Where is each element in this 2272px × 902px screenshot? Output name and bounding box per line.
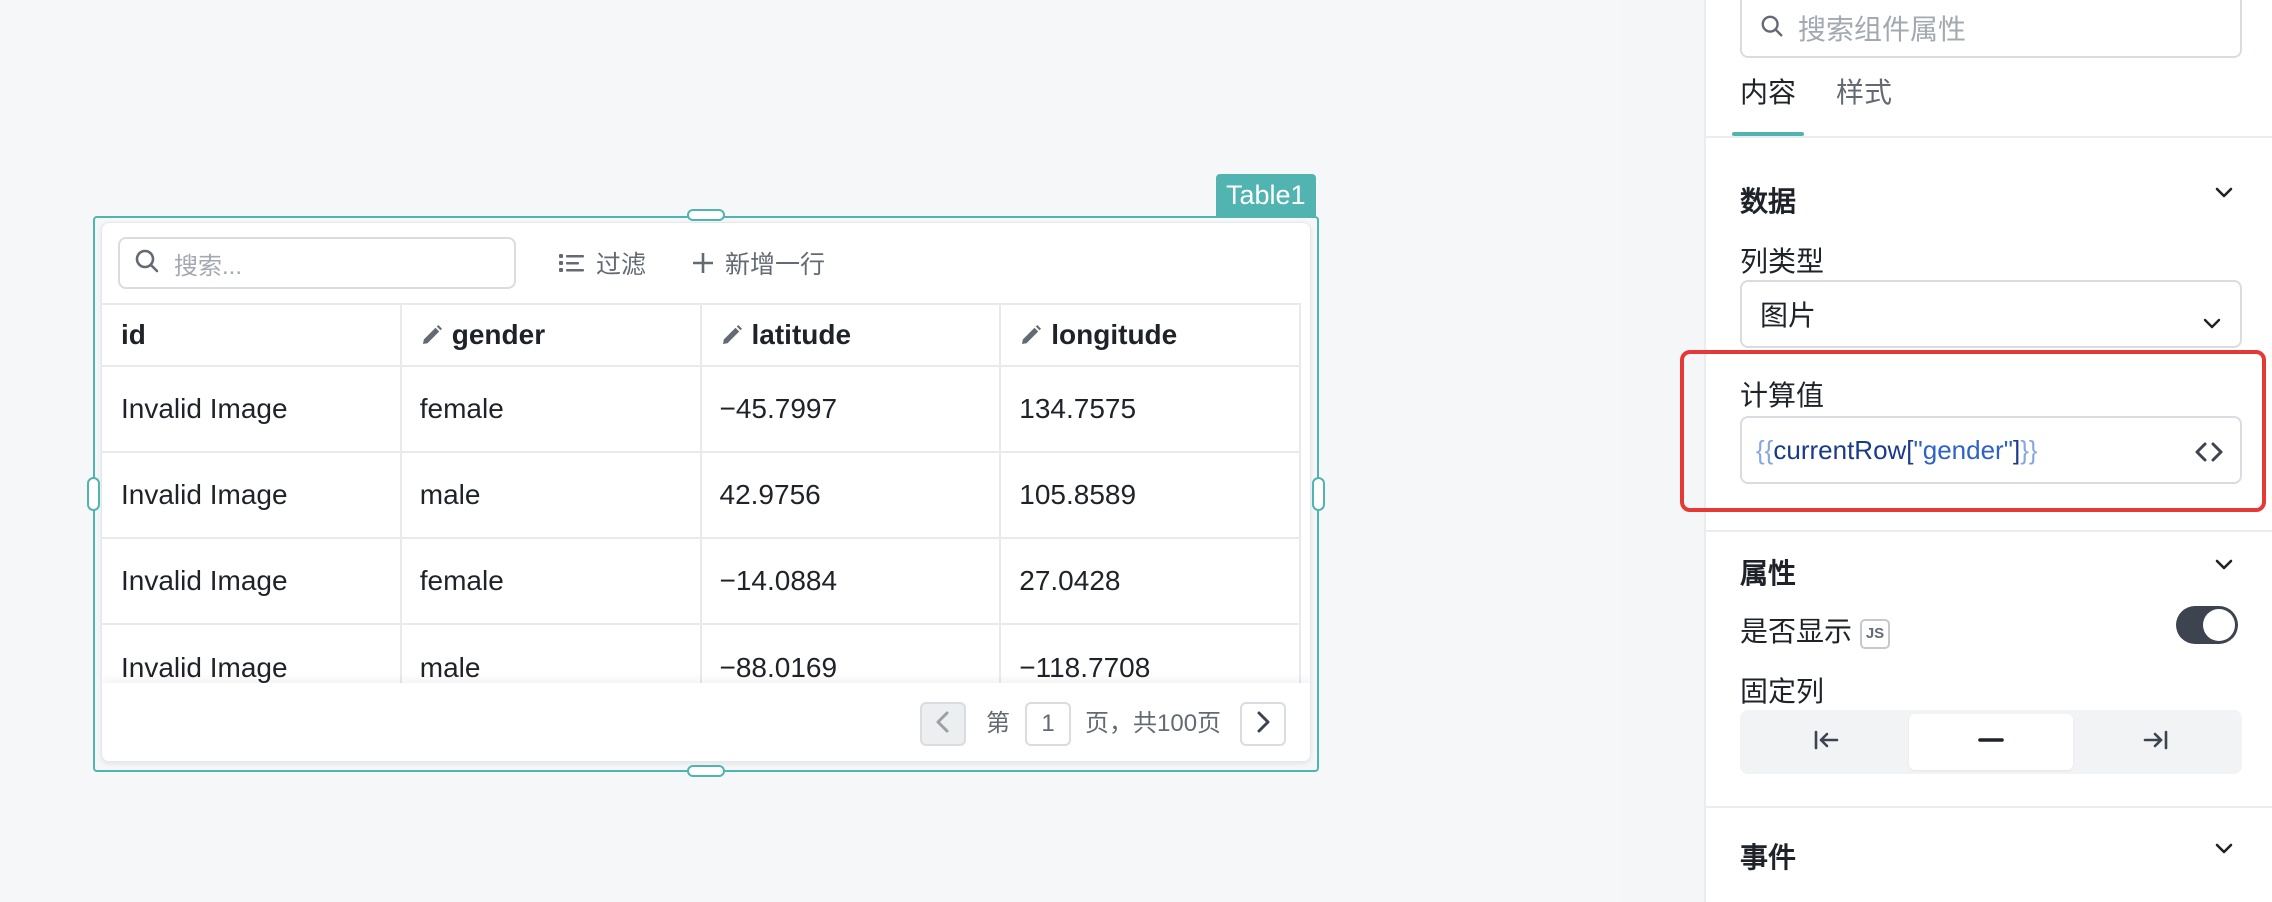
resize-handle-left[interactable] — [87, 477, 100, 511]
filter-button[interactable]: 过滤 — [558, 245, 646, 281]
page-number-input[interactable]: 1 — [1025, 702, 1071, 746]
table-toolbar: 搜索... 过滤 新增一行 — [102, 223, 1310, 303]
divider — [1706, 136, 2272, 138]
section-title-properties[interactable]: 属性 — [1740, 552, 1796, 592]
fixed-left-option[interactable] — [1744, 714, 1909, 770]
column-header-label: id — [121, 319, 146, 350]
filter-label: 过滤 — [596, 251, 647, 279]
chevron-right-icon — [1255, 711, 1271, 738]
table-cell[interactable]: 27.0428 — [1001, 539, 1301, 623]
section-title-events[interactable]: 事件 — [1740, 836, 1796, 876]
fixed-column-label: 固定列 — [1740, 676, 1825, 707]
column-header-gender[interactable]: gender — [402, 305, 702, 365]
filter-icon — [558, 251, 586, 275]
column-header-latitude[interactable]: latitude — [702, 305, 1002, 365]
divider — [1706, 530, 2272, 532]
search-icon — [1760, 14, 1784, 43]
page-total-text: 页，共100页 — [1085, 710, 1222, 737]
table-cell[interactable]: 134.7575 — [1001, 367, 1301, 451]
resize-handle-top[interactable] — [687, 209, 725, 221]
js-toggle-badge[interactable]: JS — [1860, 618, 1891, 649]
pencil-icon — [420, 323, 444, 347]
table-search-input[interactable]: 搜索... — [118, 237, 516, 289]
prev-page-button[interactable] — [920, 702, 966, 746]
table-cell[interactable]: Invalid Image — [102, 367, 402, 451]
table-cell[interactable]: −45.7997 — [702, 367, 1002, 451]
divider — [1706, 806, 2272, 808]
fixed-right-option[interactable] — [2073, 714, 2238, 770]
minus-icon — [1977, 729, 2005, 756]
chevron-left-icon — [935, 711, 951, 738]
chevron-down-icon — [2202, 306, 2222, 338]
tab-style[interactable]: 样式 — [1836, 72, 1892, 136]
table-cell[interactable]: 42.9756 — [702, 453, 1002, 537]
tab-content[interactable]: 内容 — [1731, 72, 1805, 136]
align-left-icon — [1812, 729, 1840, 756]
table-cell[interactable]: −14.0884 — [702, 539, 1002, 623]
align-right-icon — [2142, 729, 2170, 756]
column-type-value: 图片 — [1760, 300, 1817, 331]
table-cell[interactable]: female — [402, 539, 702, 623]
table-header-row: id gender latitude longitude — [102, 303, 1301, 367]
fixed-column-segmented — [1740, 710, 2242, 774]
visible-toggle[interactable] — [2176, 606, 2238, 644]
table-cell[interactable]: Invalid Image — [102, 453, 402, 537]
resize-handle-right[interactable] — [1312, 477, 1325, 511]
resize-handle-bottom[interactable] — [687, 765, 725, 777]
table-row[interactable]: Invalid Image female −45.7997 134.7575 — [102, 367, 1301, 453]
table-cell[interactable]: male — [402, 453, 702, 537]
annotation-highlight-box — [1680, 350, 2266, 512]
search-icon — [134, 248, 160, 279]
table-search-placeholder: 搜索... — [174, 252, 243, 280]
column-header-label: latitude — [751, 319, 852, 350]
table-pagination: 第 1 页，共100页 — [102, 683, 1310, 761]
column-header-label: longitude — [1051, 319, 1178, 350]
component-tag[interactable]: Table1 — [1216, 174, 1316, 216]
add-row-label: 新增一行 — [725, 251, 826, 279]
column-type-select[interactable]: 图片 — [1740, 280, 2242, 348]
column-header-longitude[interactable]: longitude — [1001, 305, 1301, 365]
fixed-none-option[interactable] — [1908, 714, 2074, 770]
table-cell[interactable]: 105.8589 — [1001, 453, 1301, 537]
add-row-button[interactable]: 新增一行 — [691, 245, 825, 281]
column-header-id[interactable]: id — [102, 305, 402, 365]
column-header-label: gender — [451, 319, 546, 350]
section-title-data[interactable]: 数据 — [1740, 180, 1796, 220]
table-row[interactable]: Invalid Image female −14.0884 27.0428 — [102, 539, 1301, 625]
property-search-placeholder: 搜索组件属性 — [1798, 14, 1967, 45]
panel-tabs: 内容 样式 — [1731, 72, 1932, 136]
chevron-down-icon[interactable] — [2214, 186, 2234, 205]
plus-icon — [691, 251, 715, 275]
chevron-down-icon[interactable] — [2214, 558, 2234, 577]
canvas-area: Table1 搜索... 过滤 新增一行 id gender latitude … — [0, 0, 1622, 902]
pencil-icon — [1019, 323, 1043, 347]
table-cell[interactable]: female — [402, 367, 702, 451]
property-search-input[interactable]: 搜索组件属性 — [1740, 0, 2242, 58]
pencil-icon — [720, 323, 744, 347]
table-component[interactable]: 搜索... 过滤 新增一行 id gender latitude longitu… — [101, 222, 1311, 762]
chevron-down-icon[interactable] — [2214, 842, 2234, 861]
table-cell[interactable]: Invalid Image — [102, 539, 402, 623]
toggle-knob — [2203, 609, 2235, 641]
next-page-button[interactable] — [1240, 702, 1286, 746]
visible-label: 是否显示 — [1740, 616, 1853, 647]
page-prefix-text: 第 — [986, 710, 1010, 737]
visible-field: 是否显示 JS — [1740, 610, 1891, 650]
table-row[interactable]: Invalid Image male 42.9756 105.8589 — [102, 453, 1301, 539]
column-type-label: 列类型 — [1740, 246, 1825, 277]
